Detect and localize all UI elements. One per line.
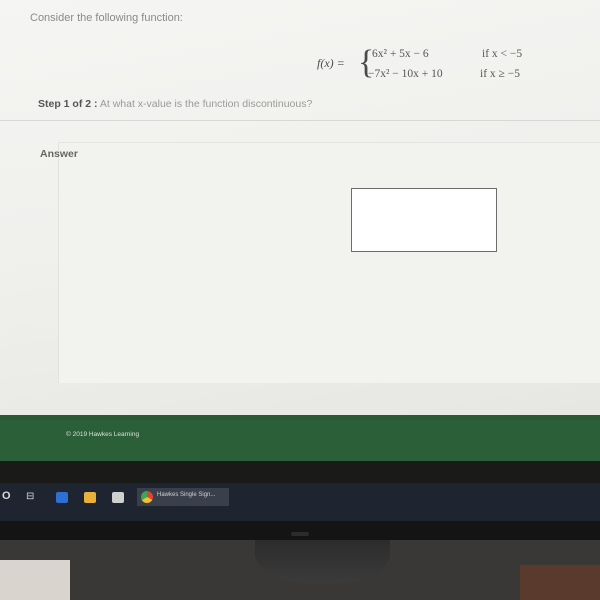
answer-input[interactable] <box>351 188 497 252</box>
piece-1-condition: if x < −5 <box>482 48 523 60</box>
section-divider <box>0 120 600 121</box>
store-icon[interactable] <box>112 492 124 503</box>
search-icon[interactable]: O <box>2 490 11 502</box>
step-text: At what x-value is the function disconti… <box>99 98 313 110</box>
question-prompt: Consider the following function: <box>30 12 183 24</box>
step-label: Step 1 of 2 : <box>38 98 98 110</box>
chrome-icon <box>141 491 153 503</box>
answer-label: Answer <box>40 148 78 160</box>
taskbar-browser-window[interactable]: Hawkes Single Sign... <box>137 488 229 506</box>
edge-icon[interactable] <box>56 492 68 503</box>
file-explorer-icon[interactable] <box>84 492 96 503</box>
desk-object-left <box>0 560 70 600</box>
piece-2-expression: −7x² − 10x + 10 <box>368 68 443 80</box>
taskbar: O ⊟ Hawkes Single Sign... <box>0 483 600 521</box>
piece-1-expression: 6x² + 5x − 6 <box>372 48 429 60</box>
monitor-screen: Consider the following function: f(x) = … <box>0 0 600 540</box>
taskbar-window-label: Hawkes Single Sign... <box>157 492 216 498</box>
site-footer: © 2019 Hawkes Learning <box>0 415 600 466</box>
monitor-logo <box>291 532 309 536</box>
desk-object-right <box>520 565 600 600</box>
piece-2-condition: if x ≥ −5 <box>480 68 520 80</box>
step-instruction: Step 1 of 2 : At what x-value is the fun… <box>38 98 312 110</box>
copyright-text: © 2019 Hawkes Learning <box>66 431 140 438</box>
screen-gap <box>0 461 600 483</box>
webpage: Consider the following function: f(x) = … <box>0 0 600 415</box>
answer-panel <box>58 142 600 383</box>
task-view-icon[interactable]: ⊟ <box>26 491 34 502</box>
monitor-bezel <box>0 521 600 540</box>
function-label: f(x) = <box>317 56 345 70</box>
monitor-stand <box>255 540 390 584</box>
